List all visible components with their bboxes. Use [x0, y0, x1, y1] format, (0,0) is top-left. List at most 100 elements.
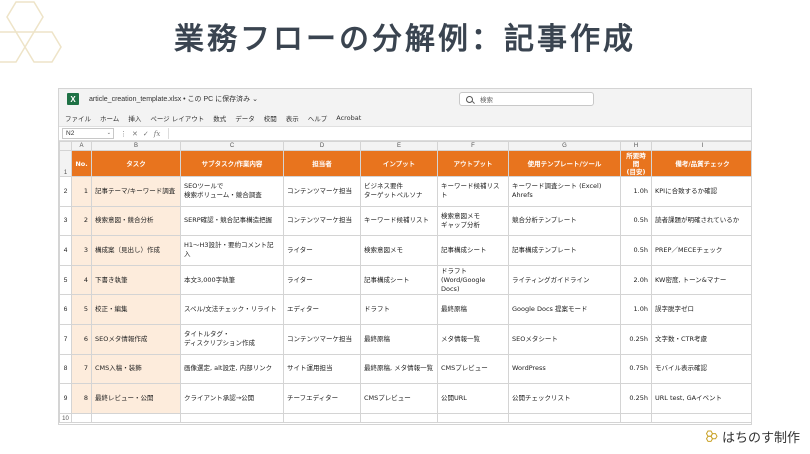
- cell-task[interactable]: 下書き執筆: [91, 264, 181, 296]
- cell-output[interactable]: 記事構成シート: [437, 235, 509, 266]
- cell-task[interactable]: 最終レビュー・公開: [91, 383, 181, 414]
- cell-subtask[interactable]: スペル/文法チェック・リライト: [180, 294, 284, 325]
- cell-no[interactable]: 4: [71, 264, 92, 296]
- column-letter[interactable]: C: [180, 141, 284, 151]
- cell[interactable]: [508, 412, 621, 423]
- cell-owner[interactable]: ライター: [283, 264, 361, 296]
- cell-note[interactable]: KPIに合致するか確認: [651, 176, 751, 207]
- menu-page-layout[interactable]: ページ レイアウト: [150, 113, 204, 123]
- menu-review[interactable]: 校閲: [264, 113, 277, 123]
- row-number[interactable]: 6: [59, 294, 72, 325]
- menu-file[interactable]: ファイル: [65, 113, 91, 123]
- cell[interactable]: [180, 412, 284, 423]
- cell-output[interactable]: キーワード候補リスト: [437, 176, 509, 207]
- cell-task[interactable]: 校正・編集: [91, 294, 181, 325]
- header-cell[interactable]: 所要時間 (目安): [620, 150, 652, 177]
- cell-note[interactable]: PREP／MECEチェック: [651, 235, 751, 266]
- cell-time[interactable]: 2.0h: [620, 264, 652, 296]
- cell-input[interactable]: ビジネス要件 ターゲットペルソナ: [360, 176, 438, 207]
- cell[interactable]: [283, 412, 361, 423]
- cell-output[interactable]: メタ情報一覧: [437, 323, 509, 355]
- cell-time[interactable]: 0.75h: [620, 353, 652, 385]
- cell-owner[interactable]: エディター: [283, 294, 361, 325]
- header-cell[interactable]: サブタスク/作業内容: [180, 150, 284, 177]
- file-title[interactable]: article_creation_template.xlsx • この PC に…: [89, 94, 258, 104]
- cell-time[interactable]: 1.0h: [620, 294, 652, 325]
- cell-subtask[interactable]: クライアント承認→公開: [180, 383, 284, 414]
- formula-input[interactable]: [168, 128, 751, 139]
- cell-subtask[interactable]: SEOツールで 検索ボリューム・競合調査: [180, 176, 284, 207]
- cell-subtask[interactable]: H1〜H3設計・要約コメント記入: [180, 235, 284, 266]
- cell-no[interactable]: 1: [71, 176, 92, 207]
- cell-output[interactable]: 最終原稿: [437, 294, 509, 325]
- column-letter[interactable]: F: [437, 141, 509, 151]
- enter-icon[interactable]: ✓: [143, 130, 149, 138]
- row-number[interactable]: 8: [59, 353, 72, 385]
- cancel-icon[interactable]: ✕: [132, 130, 138, 138]
- cell-tool[interactable]: WordPress: [508, 353, 621, 385]
- column-letter[interactable]: G: [508, 141, 621, 151]
- header-cell[interactable]: 備考/品質チェック: [651, 150, 751, 177]
- cell[interactable]: [620, 412, 652, 423]
- cell-owner[interactable]: サイト運用担当: [283, 353, 361, 385]
- cell-input[interactable]: 検索意図メモ: [360, 235, 438, 266]
- cell-task[interactable]: 構成案（見出し）作成: [91, 235, 181, 266]
- more-options-icon[interactable]: ⋮: [120, 130, 127, 138]
- menu-formulas[interactable]: 数式: [213, 113, 226, 123]
- cell-output[interactable]: 公開URL: [437, 383, 509, 414]
- cell-owner[interactable]: コンテンツマーケ担当: [283, 176, 361, 207]
- cell-input[interactable]: 最終原稿, メタ情報一覧: [360, 353, 438, 385]
- row-number[interactable]: 9: [59, 383, 72, 414]
- cell-owner[interactable]: チーフエディター: [283, 383, 361, 414]
- cell-owner[interactable]: コンテンツマーケ担当: [283, 323, 361, 355]
- cell-task[interactable]: CMS入稿・装飾: [91, 353, 181, 385]
- column-letter[interactable]: B: [91, 141, 181, 151]
- header-cell[interactable]: タスク: [91, 150, 181, 177]
- cell-subtask[interactable]: 画像選定, alt設定, 内部リンク: [180, 353, 284, 385]
- menu-home[interactable]: ホーム: [100, 113, 119, 123]
- cell-tool[interactable]: 公開チェックリスト: [508, 383, 621, 414]
- header-cell[interactable]: 担当者: [283, 150, 361, 177]
- cell-tool[interactable]: SEOメタシート: [508, 323, 621, 355]
- header-cell[interactable]: アウトプット: [437, 150, 509, 177]
- cell[interactable]: [360, 412, 438, 423]
- cell-time[interactable]: 0.25h: [620, 383, 652, 414]
- cell-note[interactable]: 読者課題が明確されているか: [651, 205, 751, 237]
- cell-no[interactable]: 2: [71, 205, 92, 237]
- cell-note[interactable]: モバイル表示確認: [651, 353, 751, 385]
- cell[interactable]: [91, 412, 181, 423]
- cell-note[interactable]: KW密度, トーン&マナー: [651, 264, 751, 296]
- header-cell[interactable]: インプット: [360, 150, 438, 177]
- row-number[interactable]: 4: [59, 235, 72, 266]
- cell-no[interactable]: 3: [71, 235, 92, 266]
- cell[interactable]: [651, 412, 751, 423]
- cell-owner[interactable]: コンテンツマーケ担当: [283, 205, 361, 237]
- cell-owner[interactable]: ライター: [283, 235, 361, 266]
- row-number[interactable]: 7: [59, 323, 72, 355]
- cell-no[interactable]: 6: [71, 323, 92, 355]
- cell-input[interactable]: 記事構成シート: [360, 264, 438, 296]
- row-number[interactable]: 10: [59, 412, 72, 423]
- row-number[interactable]: 5: [59, 264, 72, 296]
- cell-note[interactable]: 誤字脱字ゼロ: [651, 294, 751, 325]
- column-letter[interactable]: D: [283, 141, 361, 151]
- cell-subtask[interactable]: SERP確認・競合記事構造把握: [180, 205, 284, 237]
- column-letter[interactable]: H: [620, 141, 652, 151]
- row-number[interactable]: 2: [59, 176, 72, 207]
- cell-task[interactable]: 検索意図・競合分析: [91, 205, 181, 237]
- cell-input[interactable]: キーワード候補リスト: [360, 205, 438, 237]
- cell-output[interactable]: 検索意図メモ ギャップ分析: [437, 205, 509, 237]
- chevron-down-icon[interactable]: ⌄: [107, 129, 111, 138]
- cell-tool[interactable]: キーワード調査シート (Excel) Ahrefs: [508, 176, 621, 207]
- menu-data[interactable]: データ: [235, 113, 255, 123]
- cell-tool[interactable]: 記事構成テンプレート: [508, 235, 621, 266]
- cell-note[interactable]: URL test, GAイベント: [651, 383, 751, 414]
- cell-tool[interactable]: ライティングガイドライン: [508, 264, 621, 296]
- search-input[interactable]: 検索: [459, 92, 594, 106]
- cell-time[interactable]: 1.0h: [620, 176, 652, 207]
- cell-no[interactable]: 8: [71, 383, 92, 414]
- cell[interactable]: [437, 412, 509, 423]
- cell-task[interactable]: SEOメタ情報作成: [91, 323, 181, 355]
- name-box[interactable]: N2 ⌄: [62, 128, 114, 139]
- cell-output[interactable]: ドラフト (Word/Google Docs): [437, 264, 509, 296]
